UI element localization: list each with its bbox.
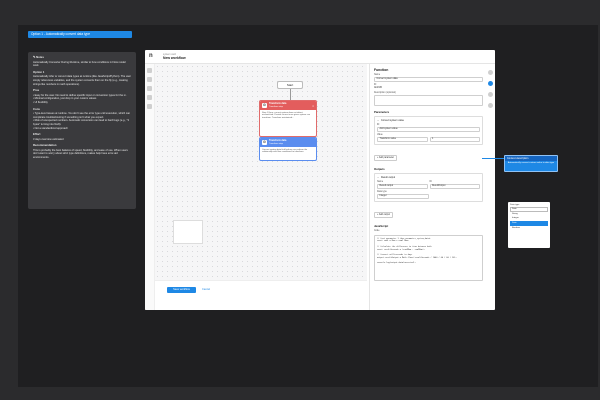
notes-intro: Automatically Converter During Runtime, … [33, 60, 126, 68]
workflow-app-window: n system card New workflow Start ⚙ Trans… [145, 50, 495, 310]
pin-icon: ✎ [33, 55, 36, 59]
param-id-field[interactable]: Add system value [377, 126, 480, 132]
panel-title: Function [374, 68, 389, 72]
cons-item: Not a standardized approach [33, 127, 131, 131]
effort-text: 3 days overview estimated [33, 137, 64, 141]
history-icon[interactable] [488, 103, 493, 108]
annotation-tooltip: Context description Automatically conver… [504, 155, 558, 172]
option-title: Option 1 [33, 69, 45, 74]
pros-list: Easy for the user. No need to define spe… [33, 94, 131, 105]
option-text: Automatically infer or convert data type… [33, 75, 131, 86]
name-field[interactable]: Convert system data [374, 77, 483, 82]
zoom-in-icon[interactable] [147, 86, 152, 91]
footer-bar: Save workflow Cancel [155, 280, 367, 310]
minimap[interactable] [173, 220, 203, 244]
close-panel-icon[interactable] [488, 70, 493, 75]
code-label: Code [374, 230, 380, 233]
zoom-out-icon[interactable] [147, 95, 152, 100]
value-select[interactable]: Transform value [377, 136, 428, 142]
data-type-dropdown: Data type Date String Integer Date Boolean [508, 202, 550, 248]
transform-icon: ⚙ [262, 140, 267, 145]
left-toolbar [145, 64, 155, 310]
add-output-button[interactable]: + Add output [374, 212, 393, 219]
parameters-title: Parameters [374, 110, 390, 114]
node-description: Convert system data field values can per… [262, 148, 308, 154]
outputs-title: Outputs [374, 166, 385, 171]
parameter-card: ⌄ Convert system value ID Add system val… [374, 115, 483, 145]
effort-title: Effort [33, 132, 41, 137]
code-editor[interactable]: // Cast parameter 1 then parameter_syste… [374, 234, 483, 281]
function-properties-panel: Function Name Convert system data ID Ab2… [369, 64, 486, 310]
cons-list: Type-level issues at runtime. You don't … [33, 112, 131, 130]
parameter-name[interactable]: Convert system value [381, 119, 404, 122]
node-subtitle: Transform step [269, 105, 283, 108]
connector-line [290, 89, 291, 100]
output-id-field[interactable]: ResultOutput [429, 183, 480, 189]
description-field[interactable] [374, 95, 483, 106]
recommendation-text: This is probably the best balance of spe… [33, 148, 128, 160]
app-header: n system card New workflow [145, 50, 495, 64]
dropdown-option[interactable]: Boolean [510, 226, 548, 231]
transform-node-info[interactable]: ⚙ Transform data Transform step Convert … [259, 137, 317, 161]
add-parameter-button[interactable]: + Add parameter [374, 155, 398, 162]
node-error-message: Step 1 Error: current system does not de… [262, 111, 311, 119]
page-title: New workflow [163, 56, 186, 60]
option-badge: Option 1 - Automatically convert data ty… [28, 31, 132, 38]
right-toolbar [486, 64, 495, 310]
annotation-line [482, 158, 504, 159]
tooltip-body: Automatically convert custom value to da… [507, 162, 555, 164]
pros-title: Pros [33, 88, 40, 93]
settings-icon[interactable] [488, 81, 493, 86]
data-type-select[interactable]: Integer [377, 193, 429, 199]
output-card: ⌄ Result output Name Result output ID Re… [374, 172, 483, 202]
notes-panel: ✎ Notes Automatically Converter During R… [28, 52, 136, 209]
save-workflow-button[interactable]: Save workflow [167, 287, 196, 293]
transform-node-error[interactable]: ⚙ Transform data Transform step × Step 1… [259, 100, 317, 137]
cons-item: Risk of unexpected numbers. Automatic co… [33, 119, 131, 126]
pointer-tool-icon[interactable] [147, 68, 152, 73]
recommendation-title: Recommendation [33, 143, 57, 148]
node-subtitle: Transform step [269, 142, 283, 145]
app-logo[interactable]: n [149, 53, 155, 60]
workflow-canvas[interactable]: Start ⚙ Transform data Transform step × … [155, 64, 367, 280]
add-node-icon[interactable] [147, 77, 152, 82]
notes-heading: ✎ Notes [33, 55, 44, 59]
info-icon[interactable] [488, 92, 493, 97]
cons-title: Cons [33, 106, 40, 111]
fit-view-icon[interactable] [147, 104, 152, 109]
start-node[interactable]: Start [277, 81, 303, 89]
id-value: Ab2345 [374, 87, 382, 89]
pros-item: UI flexibility [33, 101, 131, 105]
output-name-field[interactable]: Result output [377, 183, 428, 189]
transform-icon: ⚙ [262, 103, 267, 108]
javascript-title: JavaScript [374, 223, 389, 228]
close-icon[interactable]: × [312, 104, 314, 108]
value-number-field[interactable]: 1 [429, 136, 480, 142]
cancel-button[interactable]: Cancel [202, 287, 210, 293]
